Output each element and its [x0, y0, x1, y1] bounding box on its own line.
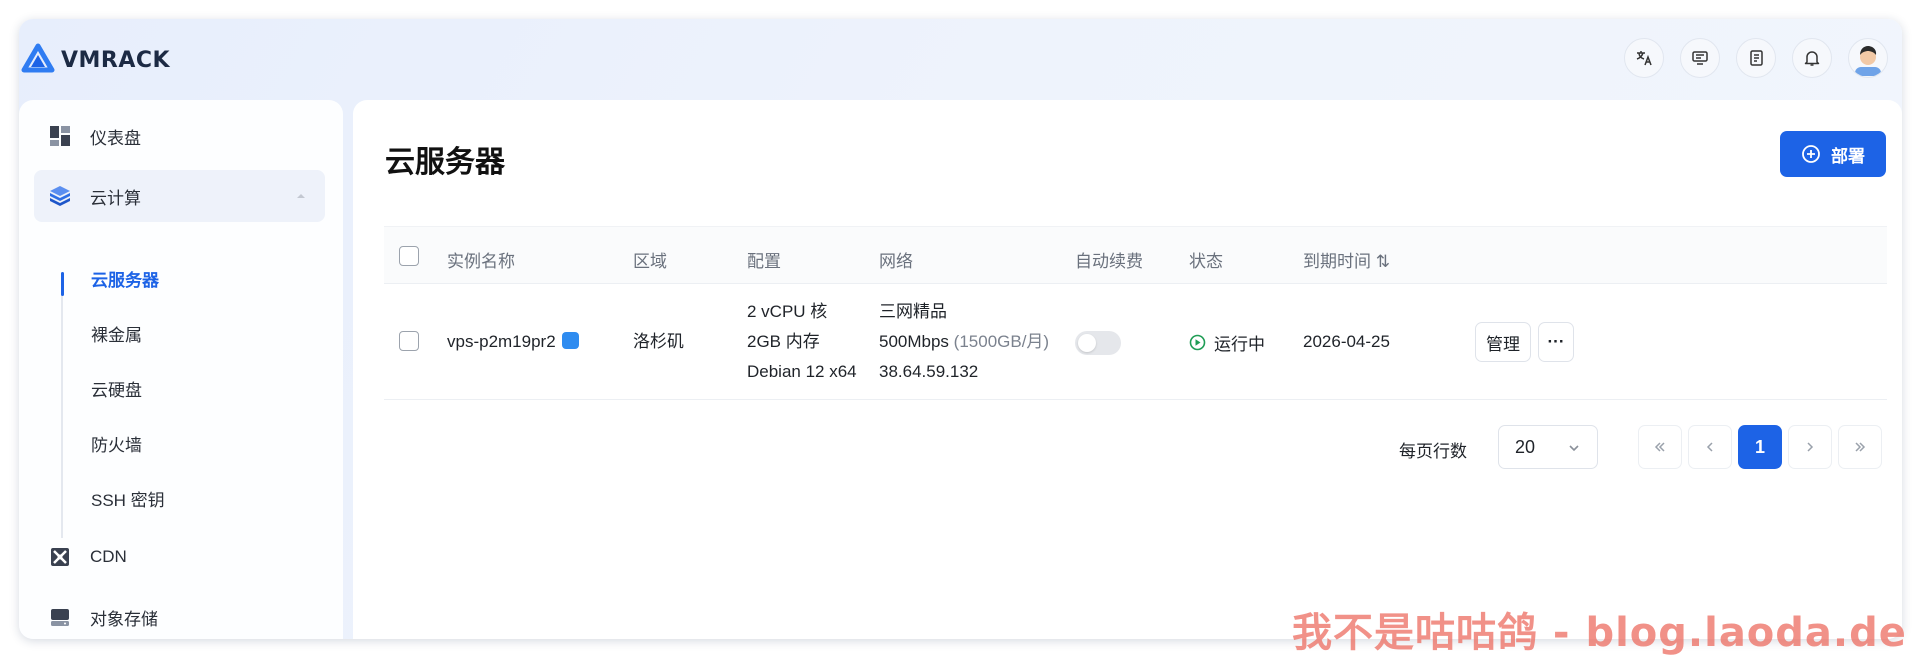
user-avatar[interactable] — [1848, 38, 1888, 78]
monitor-icon — [1692, 51, 1708, 65]
document-icon — [1750, 50, 1763, 66]
previous-page-button[interactable] — [1688, 425, 1732, 469]
manage-label: 管理 — [1486, 334, 1520, 354]
brand-name: VMRACK — [61, 47, 171, 73]
config-cell: 2 vCPU 核 2GB 内存 Debian 12 x64 — [747, 297, 857, 387]
status-label: 运行中 — [1214, 335, 1265, 354]
sidebar-subitem-cloud-servers[interactable]: 云服务器 — [91, 266, 159, 291]
column-header-status: 状态 — [1189, 252, 1223, 271]
instance-name-cell: vps-p2m19pr2 — [447, 327, 579, 357]
storage-icon — [51, 609, 69, 626]
sidebar-item-label: CDN — [90, 547, 127, 566]
logo-mark-icon — [21, 43, 55, 73]
cdn-icon — [51, 548, 69, 566]
app-window: VMRACK 仪表盘 云计算 云服务器 裸金属 云硬盘 防火墙 SSH 密钥 C… — [19, 19, 1902, 639]
chevron-right-icon — [1807, 442, 1814, 452]
top-bar: VMRACK — [19, 19, 1902, 99]
sidebar-item-cdn[interactable]: CDN — [34, 531, 325, 583]
top-actions — [1624, 38, 1888, 78]
config-memory: 2GB 内存 — [747, 332, 820, 351]
console-button[interactable] — [1680, 38, 1720, 78]
auto-renew-toggle[interactable] — [1075, 331, 1121, 355]
network-type: 三网精品 — [879, 302, 947, 321]
table-row: vps-p2m19pr2 洛杉矶 2 vCPU 核 2GB 内存 Debian … — [384, 284, 1887, 400]
column-header-config: 配置 — [747, 252, 781, 271]
config-os: Debian 12 x64 — [747, 362, 857, 381]
ip-address[interactable]: 38.64.59.132 — [879, 357, 1049, 387]
select-all-checkbox[interactable] — [399, 246, 419, 266]
docs-button[interactable] — [1736, 38, 1776, 78]
sidebar-subitem-firewall[interactable]: 防火墙 — [91, 431, 142, 456]
chevron-down-icon — [1569, 445, 1579, 452]
row-checkbox[interactable] — [399, 331, 419, 351]
rows-per-page-value: 20 — [1515, 436, 1536, 457]
chevron-up-icon — [297, 194, 305, 198]
avatar-icon — [1855, 46, 1881, 76]
chevron-left-icon — [1706, 442, 1713, 452]
translate-button[interactable] — [1624, 38, 1664, 78]
expiry-cell: 2026-04-25 — [1303, 332, 1390, 351]
brand-logo[interactable]: VMRACK — [21, 43, 170, 77]
last-page-button[interactable] — [1838, 425, 1882, 469]
column-header-region: 区域 — [633, 252, 667, 271]
sidebar-subitem-ssh-keys[interactable]: SSH 密钥 — [91, 486, 165, 511]
first-page-button[interactable] — [1638, 425, 1682, 469]
watermark: 我不是咕咕鸽 - blog.laoda.de — [1292, 610, 1907, 656]
main-content: 云服务器 部署 实例名称 区域 配置 网络 自动续费 状态 到期时间 ⇅ vps… — [353, 100, 1902, 639]
double-chevron-right-icon — [1855, 442, 1866, 452]
cube-icon — [50, 186, 70, 206]
next-page-button[interactable] — [1788, 425, 1832, 469]
submenu-rail — [61, 276, 63, 538]
network-cell: 三网精品 500Mbps (1500GB/月) 38.64.59.132 — [879, 297, 1049, 387]
translate-icon — [1636, 51, 1652, 66]
sidebar-subitem-cloud-disks[interactable]: 云硬盘 — [91, 376, 142, 401]
sidebar-item-cloud-compute[interactable]: 云计算 — [34, 170, 325, 222]
plus-circle-icon — [1802, 145, 1820, 163]
more-actions-button[interactable]: ··· — [1538, 322, 1574, 362]
page-title: 云服务器 — [385, 146, 505, 179]
sidebar-subitem-bare-metal[interactable]: 裸金属 — [91, 321, 142, 346]
sidebar-item-label: 对象存储 — [90, 609, 158, 629]
deploy-label: 部署 — [1831, 146, 1865, 166]
double-chevron-left-icon — [1654, 442, 1665, 452]
status-cell: 运行中 — [1189, 330, 1265, 355]
instance-name[interactable]: vps-p2m19pr2 — [447, 332, 556, 351]
column-header-name: 实例名称 — [447, 252, 515, 271]
deploy-button[interactable]: 部署 — [1780, 131, 1886, 177]
manage-button[interactable]: 管理 — [1475, 322, 1531, 362]
sidebar-item-label: 云计算 — [90, 188, 141, 208]
page-button-current[interactable]: 1 — [1738, 425, 1782, 469]
network-bandwidth: 500Mbps — [879, 332, 949, 351]
dashboard-icon — [50, 126, 70, 146]
rows-per-page-label: 每页行数 — [1399, 442, 1467, 461]
network-quota: (1500GB/月) — [953, 332, 1050, 351]
table-header: 实例名称 区域 配置 网络 自动续费 状态 到期时间 ⇅ — [384, 226, 1887, 284]
rows-per-page-select[interactable]: 20 — [1498, 425, 1598, 469]
sidebar-item-object-storage[interactable]: 对象存储 — [34, 591, 325, 639]
column-header-expiry-sortable[interactable]: 到期时间 ⇅ — [1303, 247, 1390, 272]
bell-icon — [1804, 51, 1820, 66]
more-icon: ··· — [1547, 332, 1565, 351]
config-cpu: 2 vCPU 核 — [747, 302, 828, 321]
toggle-knob — [1078, 334, 1096, 352]
submenu-active-indicator — [61, 272, 64, 296]
notifications-button[interactable] — [1792, 38, 1832, 78]
sidebar-item-dashboard[interactable]: 仪表盘 — [34, 110, 325, 162]
column-header-network: 网络 — [879, 252, 913, 271]
sidebar-item-label: 仪表盘 — [90, 128, 141, 148]
column-header-auto-renew: 自动续费 — [1075, 252, 1143, 271]
region-cell: 洛杉矶 — [633, 332, 684, 351]
sidebar: 仪表盘 云计算 云服务器 裸金属 云硬盘 防火墙 SSH 密钥 CDN 对象存储 — [19, 100, 343, 639]
instance-tag-icon[interactable] — [561, 332, 579, 349]
running-status-icon — [1189, 334, 1206, 351]
